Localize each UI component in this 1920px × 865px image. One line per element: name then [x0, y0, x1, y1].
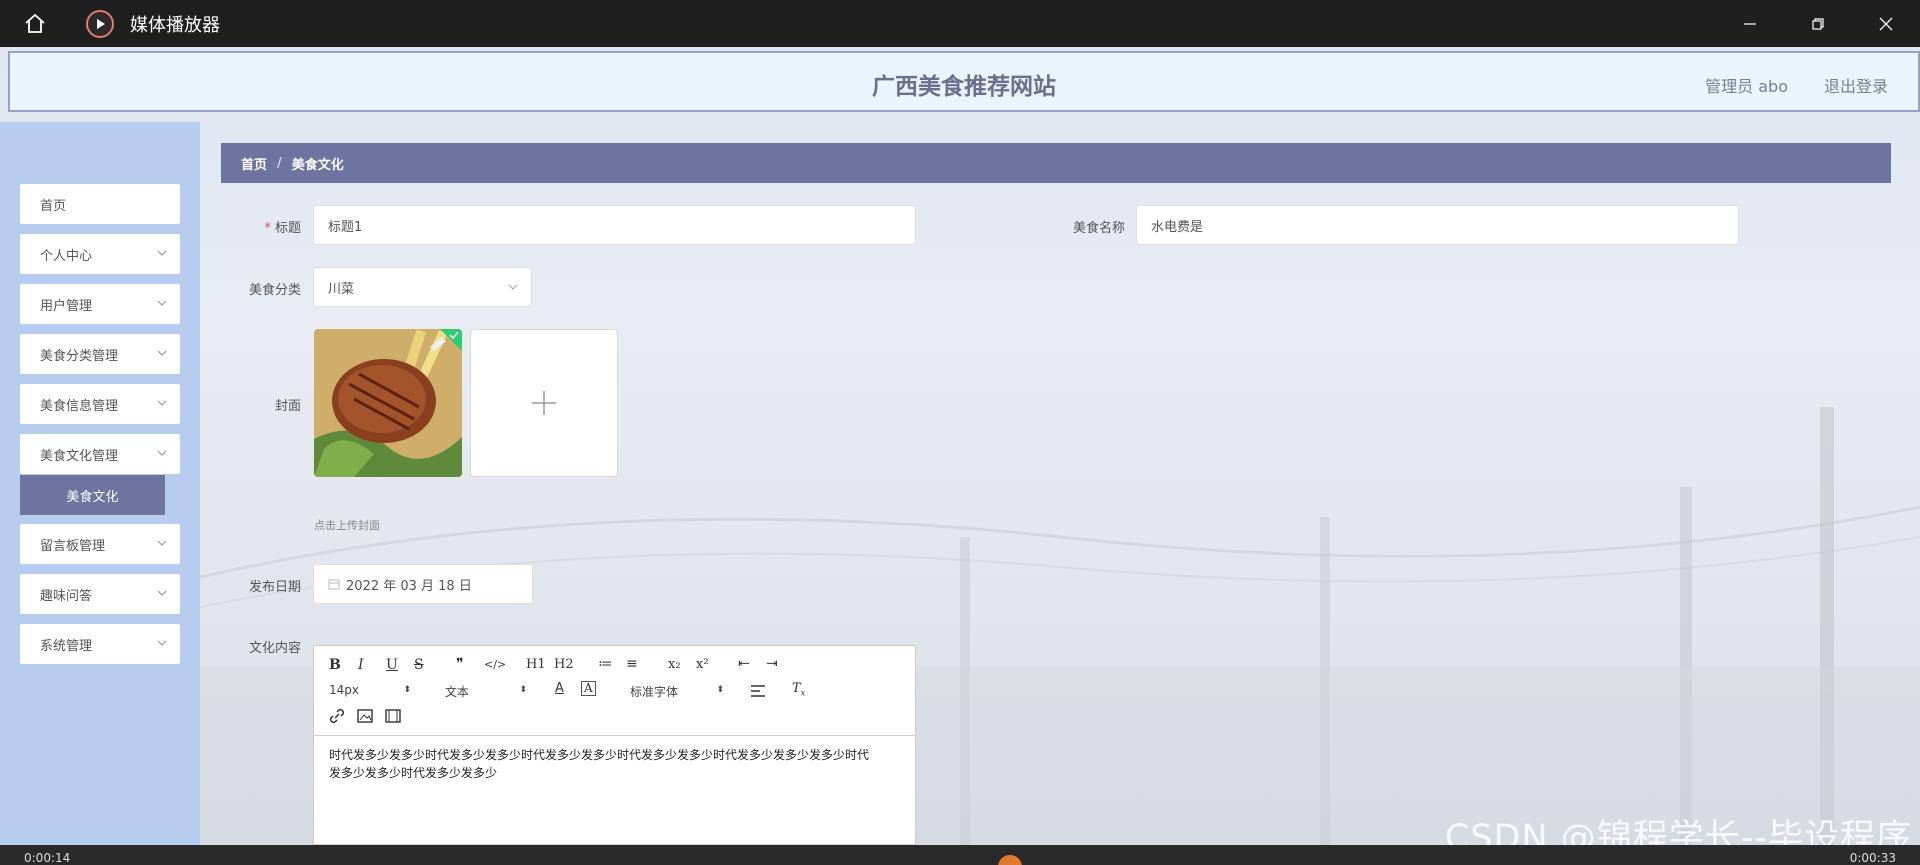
- watermark: CSDN @锦程学长--毕设程序: [1444, 818, 1912, 845]
- chevron-down-icon: [157, 640, 167, 646]
- blockquote-button[interactable]: ❞: [456, 656, 464, 672]
- chevron-down-icon: [157, 590, 167, 596]
- food-name-label: 美食名称: [1072, 221, 1125, 236]
- image-icon[interactable]: [357, 708, 373, 724]
- chevron-down-icon: [157, 400, 167, 406]
- upload-hint: 点击上传封面: [314, 519, 380, 532]
- title-label: * 标题: [264, 221, 301, 236]
- site-header: 广西美食推荐网站 管理员 abo 退出登录: [8, 51, 1920, 112]
- indent-button[interactable]: ⇥: [766, 656, 778, 672]
- bold-button[interactable]: B: [329, 657, 341, 673]
- sidebar-item-personal-center[interactable]: 个人中心: [20, 234, 180, 274]
- sidebar-item-label: 留言板管理: [40, 538, 106, 554]
- breadcrumb: 首页 / 美食文化: [221, 143, 1891, 183]
- sidebar-item-label: 趣味问答: [40, 588, 93, 604]
- sidebar-item-food-info[interactable]: 美食信息管理: [20, 384, 180, 424]
- font-color-icon[interactable]: A: [555, 681, 564, 696]
- elapsed-time: 0:00:14: [24, 851, 71, 865]
- editor-toolbar: B I U S ❞ </> H1 H2 ≔ ≡ x₂ x² ⇤ ⇥ 14px ⬍ …: [314, 646, 915, 736]
- bullet-list-button[interactable]: ≡: [626, 656, 638, 672]
- chevron-down-icon: [157, 540, 167, 546]
- underline-button[interactable]: U: [386, 657, 398, 673]
- h2-button[interactable]: H2: [554, 657, 574, 672]
- cover-image[interactable]: [314, 329, 462, 477]
- ordered-list-button[interactable]: ≔: [598, 656, 612, 672]
- link-icon[interactable]: [329, 708, 345, 724]
- sidebar-item-label: 用户管理: [40, 298, 93, 314]
- close-icon[interactable]: [1852, 0, 1920, 47]
- outdent-button[interactable]: ⇤: [738, 656, 750, 672]
- align-left-icon[interactable]: [750, 684, 766, 698]
- date-value: 2022 年 03 月 18 日: [346, 578, 472, 594]
- italic-button[interactable]: I: [358, 657, 364, 673]
- superscript-button[interactable]: x²: [696, 657, 709, 672]
- minimize-icon[interactable]: [1716, 0, 1784, 47]
- sidebar: 首页 个人中心 用户管理 美食分类管理 美食信息管理 美食文化管理 美食文化 留…: [0, 122, 200, 845]
- window-titlebar: 媒体播放器: [0, 0, 1920, 47]
- video-icon[interactable]: [385, 708, 401, 724]
- sidebar-item-label: 美食分类管理: [40, 348, 119, 364]
- category-select[interactable]: 川菜: [313, 267, 532, 307]
- upload-cover-button[interactable]: [470, 329, 618, 477]
- sidebar-item-home[interactable]: 首页: [20, 184, 180, 224]
- date-label: 发布日期: [248, 580, 301, 595]
- clear-format-icon[interactable]: Tx: [792, 681, 805, 698]
- font-family-select[interactable]: 标准字体 ⬍: [630, 683, 724, 700]
- total-time: 0:00:33: [1849, 851, 1896, 865]
- strike-button[interactable]: S: [414, 657, 424, 673]
- plus-icon: [532, 391, 556, 415]
- checkmark-icon: [440, 329, 462, 351]
- chevron-down-icon: [157, 250, 167, 256]
- chevron-down-icon: [157, 350, 167, 356]
- sidebar-item-label: 个人中心: [40, 248, 93, 264]
- breadcrumb-home[interactable]: 首页: [241, 154, 267, 173]
- sidebar-item-food-category[interactable]: 美食分类管理: [20, 334, 180, 374]
- title-input[interactable]: 标题1: [313, 205, 916, 245]
- chevron-down-icon: [157, 450, 167, 456]
- sidebar-item-system[interactable]: 系统管理: [20, 624, 180, 664]
- sidebar-item-label: 首页: [40, 198, 67, 214]
- breadcrumb-current: 美食文化: [291, 157, 344, 173]
- block-type-select[interactable]: 文本 ⬍: [445, 683, 527, 700]
- food-name-input[interactable]: 水电费是: [1136, 205, 1739, 245]
- admin-user-label: 管理员 abo: [1705, 77, 1788, 96]
- subscript-button[interactable]: x₂: [668, 657, 681, 672]
- sidebar-subitem-food-culture[interactable]: 美食文化: [20, 475, 165, 515]
- h1-button[interactable]: H1: [526, 657, 546, 672]
- seek-handle[interactable]: [998, 855, 1022, 865]
- sidebar-item-food-culture[interactable]: 美食文化管理: [20, 434, 180, 474]
- category-value: 川菜: [328, 281, 355, 297]
- logout-link[interactable]: 退出登录: [1824, 73, 1888, 97]
- site-title: 广西美食推荐网站: [872, 74, 1056, 100]
- category-label: 美食分类: [248, 283, 301, 298]
- font-size-select[interactable]: 14px ⬍: [329, 683, 411, 697]
- breadcrumb-separator: /: [277, 155, 282, 171]
- window-title: 媒体播放器: [130, 14, 220, 36]
- cover-label: 封面: [274, 399, 301, 414]
- chevron-down-icon: [157, 300, 167, 306]
- sidebar-item-user-management[interactable]: 用户管理: [20, 284, 180, 324]
- app-content: 广西美食推荐网站 管理员 abo 退出登录 首页 个人中心 用户管理 美食分类管…: [0, 47, 1920, 845]
- sidebar-item-message-board[interactable]: 留言板管理: [20, 524, 180, 564]
- content-label: 文化内容: [248, 641, 301, 656]
- restore-icon[interactable]: [1784, 0, 1852, 47]
- player-bar: 0:00:14 0:00:33: [0, 845, 1920, 865]
- play-icon: [86, 9, 114, 38]
- background-color-icon[interactable]: A: [581, 681, 596, 696]
- home-icon[interactable]: [0, 0, 70, 47]
- code-block-button[interactable]: </>: [484, 658, 506, 671]
- chevron-down-icon: [508, 284, 518, 290]
- sidebar-item-label: 美食文化管理: [40, 448, 119, 464]
- sidebar-item-label: 美食信息管理: [40, 398, 119, 414]
- editor-content[interactable]: 时代发多少发多少时代发多少发多少时代发多少发多少时代发多少发多少时代发多少发多少…: [314, 746, 894, 782]
- calendar-icon: [328, 579, 340, 590]
- publish-date-picker[interactable]: 2022 年 03 月 18 日: [313, 564, 533, 604]
- sidebar-item-quiz[interactable]: 趣味问答: [20, 574, 180, 614]
- sidebar-item-label: 系统管理: [40, 638, 93, 654]
- rich-text-editor[interactable]: B I U S ❞ </> H1 H2 ≔ ≡ x₂ x² ⇤ ⇥ 14px ⬍ …: [313, 645, 916, 845]
